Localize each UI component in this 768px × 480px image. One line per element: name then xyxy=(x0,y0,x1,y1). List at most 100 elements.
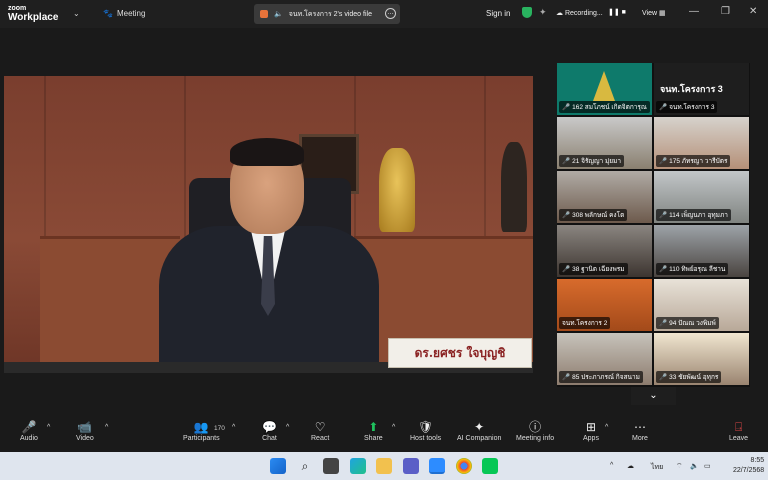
recording-label: Recording... xyxy=(564,10,603,17)
participant-tile[interactable]: 🎤 33 ชัยพัฒน์ อุทุกร xyxy=(654,333,749,385)
clock[interactable]: 8:55 22/7/2568 xyxy=(733,456,764,476)
zoom-logo[interactable]: zoom Workplace xyxy=(8,4,59,23)
muted-mic-icon: 🎤 xyxy=(659,158,668,165)
participant-tile[interactable]: 🎤 308 พลักษณ์ คงโต xyxy=(557,171,652,223)
volume-icon[interactable]: 🔈 xyxy=(690,462,699,470)
paw-icon: 🐾 xyxy=(103,9,113,18)
react-button[interactable]: ♡ React xyxy=(311,420,329,442)
more-button[interactable]: ⋯ More xyxy=(632,420,648,442)
heart-icon: ♡ xyxy=(314,420,326,434)
participant-tile[interactable]: 🎤 85 ประภาภรณ์ กิจสนาม xyxy=(557,333,652,385)
share-button[interactable]: ⬆ Share xyxy=(364,420,383,442)
wifi-icon[interactable]: ⌔ xyxy=(676,462,683,471)
audio-button[interactable]: 🎤 Audio xyxy=(20,420,38,442)
edge-icon[interactable] xyxy=(350,458,366,474)
meeting-toolbar: 🎤 Audio ^ 📹 Video ^ 👥 Participants 170 ^ 💬 C… xyxy=(0,412,768,452)
react-label: React xyxy=(311,435,330,442)
dark-statue xyxy=(501,142,527,232)
shared-video-tab[interactable]: 🔈 จนท.โครงการ 2's video file … xyxy=(254,4,400,24)
participants-label: Participants xyxy=(183,435,220,442)
line-icon[interactable] xyxy=(482,458,498,474)
participant-label: 94 ปัณณ วงพิมพ์ xyxy=(669,320,716,327)
tray-app-icon[interactable]: ☁ xyxy=(627,462,634,470)
participant-tile[interactable]: 🎤 21 จิรัญญา มุ่ยมา xyxy=(557,117,652,169)
apps-options-chevron[interactable]: ^ xyxy=(605,424,608,431)
audio-options-chevron[interactable]: ^ xyxy=(47,424,50,431)
ai-sparkle-icon[interactable]: ✦ xyxy=(539,7,547,18)
recording-pause-stop[interactable]: ❚❚ ■ xyxy=(608,8,626,16)
participant-label: จนท.โครงการ 3 xyxy=(669,104,715,111)
windows-taskbar: ⌕ ^ ☁ ไทย ⌔ 🔈 ▭ 8:55 22/7/2568 xyxy=(0,452,768,480)
recording-indicator: ☁ Recording... xyxy=(556,10,603,17)
speaker-icon[interactable]: 🔈 xyxy=(274,10,283,18)
video-button[interactable]: 📹 Video xyxy=(76,420,94,442)
leave-button[interactable]: ⍈ Leave xyxy=(729,420,748,442)
participant-name: 🎤 114 เพ็ญนภา อุทุมภา xyxy=(656,209,731,221)
muted-mic-icon: 🎤 xyxy=(659,212,668,219)
participant-label: 85 ประภาภรณ์ กิจสนาม xyxy=(572,374,640,381)
battery-icon[interactable]: ▭ xyxy=(704,462,711,470)
shared-video-title: จนท.โครงการ 2's video file xyxy=(288,10,372,18)
zoom-taskbar-icon[interactable] xyxy=(429,458,445,474)
close-icon[interactable]: ✕ xyxy=(749,6,757,17)
participant-label: 33 ชัยพัฒน์ อุทุกร xyxy=(669,374,719,381)
participant-name: 🎤 38 ฐานิต เฉียงพรม xyxy=(559,263,628,275)
muted-mic-icon: 🎤 xyxy=(659,266,668,273)
chrome-icon[interactable] xyxy=(456,458,472,474)
language-indicator[interactable]: ไทย xyxy=(651,462,663,473)
participant-tile-active[interactable]: จนท.โครงการ 2 xyxy=(557,279,652,331)
clock-date: 22/7/2568 xyxy=(733,467,765,474)
apps-label: Apps xyxy=(583,435,599,442)
chevron-down-icon[interactable]: ⌄ xyxy=(73,9,80,18)
muted-mic-icon: 🎤 xyxy=(659,104,668,111)
participant-gallery[interactable]: 🎤 162 สมโภชน์ เกิดจิตการุณ จนท.โครงการ 3 … xyxy=(557,63,750,387)
participant-name: จนท.โครงการ 2 xyxy=(559,317,611,329)
muted-mic-icon: 🎤 xyxy=(562,212,571,219)
video-options-chevron[interactable]: ^ xyxy=(105,424,108,431)
minimize-icon[interactable]: — xyxy=(689,6,699,17)
gallery-next-page-button[interactable]: ⌄ xyxy=(631,387,676,405)
chat-options-chevron[interactable]: ^ xyxy=(286,424,289,431)
task-view-icon[interactable] xyxy=(323,458,339,474)
apps-button[interactable]: ⊞ Apps xyxy=(583,420,599,442)
ai-companion-button[interactable]: ✦ AI Companion xyxy=(457,420,501,442)
participants-options-chevron[interactable]: ^ xyxy=(232,424,235,431)
view-button[interactable]: View ▦ xyxy=(642,9,666,17)
video-label: Video xyxy=(76,435,94,442)
main-video[interactable]: ดร.ยศชร ใจบุญชิ xyxy=(4,76,533,373)
chat-button[interactable]: 💬 Chat xyxy=(262,420,277,442)
file-explorer-icon[interactable] xyxy=(376,458,392,474)
participant-label: 308 พลักษณ์ คงโต xyxy=(572,212,625,219)
participant-name: 🎤 33 ชัยพัฒน์ อุทุกร xyxy=(656,371,722,383)
participant-big-name: จนท.โครงการ 3 xyxy=(660,84,723,94)
audio-label: Audio xyxy=(20,435,38,442)
view-label: View xyxy=(642,10,658,17)
meeting-tab[interactable]: 🐾 Meeting xyxy=(103,9,145,18)
participant-tile[interactable]: 🎤 175 ภัทรญา วารีบัตร xyxy=(654,117,749,169)
participant-tile[interactable]: 🎤 110 ทิพย์อรุณ ลีชาน xyxy=(654,225,749,277)
leave-icon: ⍈ xyxy=(734,420,743,434)
share-options-chevron[interactable]: ^ xyxy=(392,424,395,431)
participant-tile[interactable]: 🎤 94 ปัณณ วงพิมพ์ xyxy=(654,279,749,331)
tray-chevron-icon[interactable]: ^ xyxy=(610,462,613,469)
participant-tile[interactable]: 🎤 38 ฐานิต เฉียงพรม xyxy=(557,225,652,277)
meeting-info-button[interactable]: ⓘ Meeting info xyxy=(516,420,554,442)
mic-muted-icon: 🎤 xyxy=(21,420,37,434)
search-icon[interactable]: ⌕ xyxy=(297,458,313,474)
more-options-icon[interactable]: … xyxy=(385,8,396,19)
participant-tile[interactable]: จนท.โครงการ 3 🎤 จนท.โครงการ 3 xyxy=(654,63,749,115)
start-icon[interactable] xyxy=(270,458,286,474)
host-tools-button[interactable]: 🛡 Host tools xyxy=(410,420,441,442)
participant-tile[interactable]: 🎤 162 สมโภชน์ เกิดจิตการุณ xyxy=(557,63,652,115)
participant-tile[interactable]: 🎤 114 เพ็ญนภา อุทุมภา xyxy=(654,171,749,223)
participant-name: 🎤 จนท.โครงการ 3 xyxy=(656,101,718,113)
security-shield-icon[interactable] xyxy=(522,7,532,18)
apps-icon: ⊞ xyxy=(585,420,597,434)
teams-icon[interactable] xyxy=(403,458,419,474)
maximize-icon[interactable]: ❐ xyxy=(721,6,730,17)
brand-bottom: Workplace xyxy=(8,12,59,23)
participants-count: 170 xyxy=(214,425,225,432)
sign-in-button[interactable]: Sign in xyxy=(486,9,510,18)
participant-label: 38 ฐานิต เฉียงพรม xyxy=(572,266,625,273)
chat-icon: 💬 xyxy=(262,420,277,434)
